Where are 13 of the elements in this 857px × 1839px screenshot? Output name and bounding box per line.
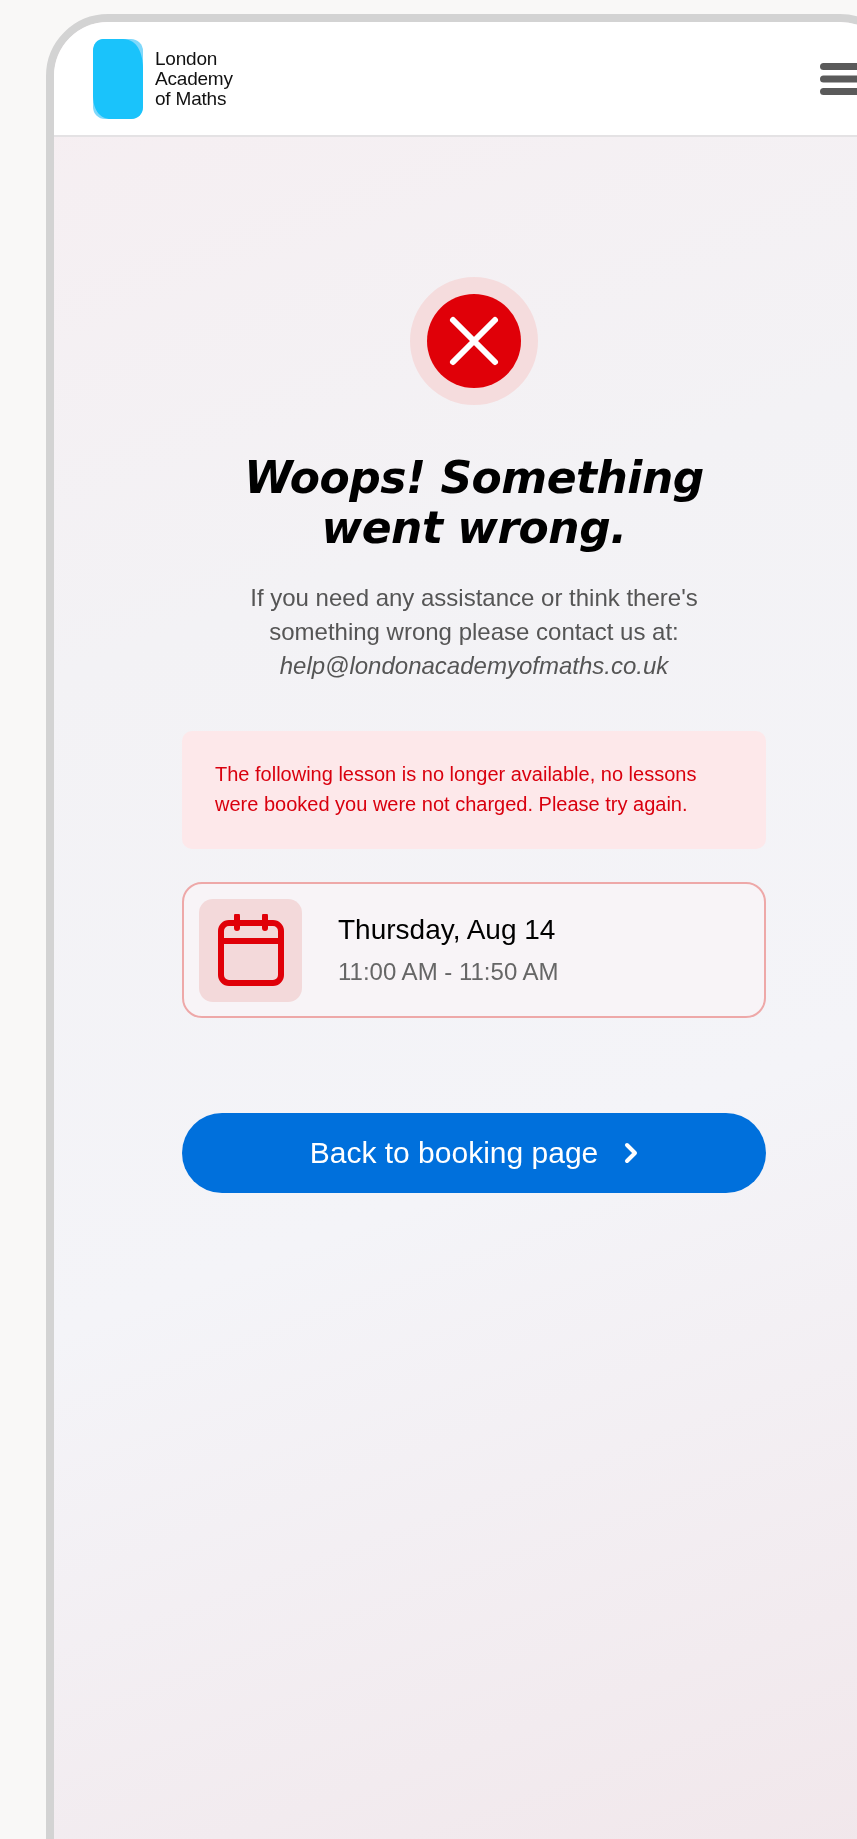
lesson-date: Thursday, Aug 14 <box>338 914 557 946</box>
menu-icon[interactable] <box>820 62 857 95</box>
chevron-right-icon <box>624 1142 639 1164</box>
error-icon <box>410 277 538 405</box>
email-link[interactable]: help@londonacademyofmaths.co.uk <box>279 652 669 679</box>
help-message: If you need any assistance or think there's something wrong please contact us at: help@londonacademyofmaths.co.uk <box>249 583 699 681</box>
lesson-time: 11:00 AM - 11:50 AM <box>338 958 559 986</box>
error-title: Woops! Something went wrong. <box>244 453 704 553</box>
logo-text[interactable]: London Academy of Maths <box>155 48 233 109</box>
back-button[interactable]: Back to booking page <box>182 1113 766 1193</box>
logo-icon <box>93 38 143 119</box>
alert-text: The following lesson is no longer available, no lessons were booked you were not charged. Please try again. <box>215 762 698 817</box>
calendar-icon <box>217 914 284 986</box>
